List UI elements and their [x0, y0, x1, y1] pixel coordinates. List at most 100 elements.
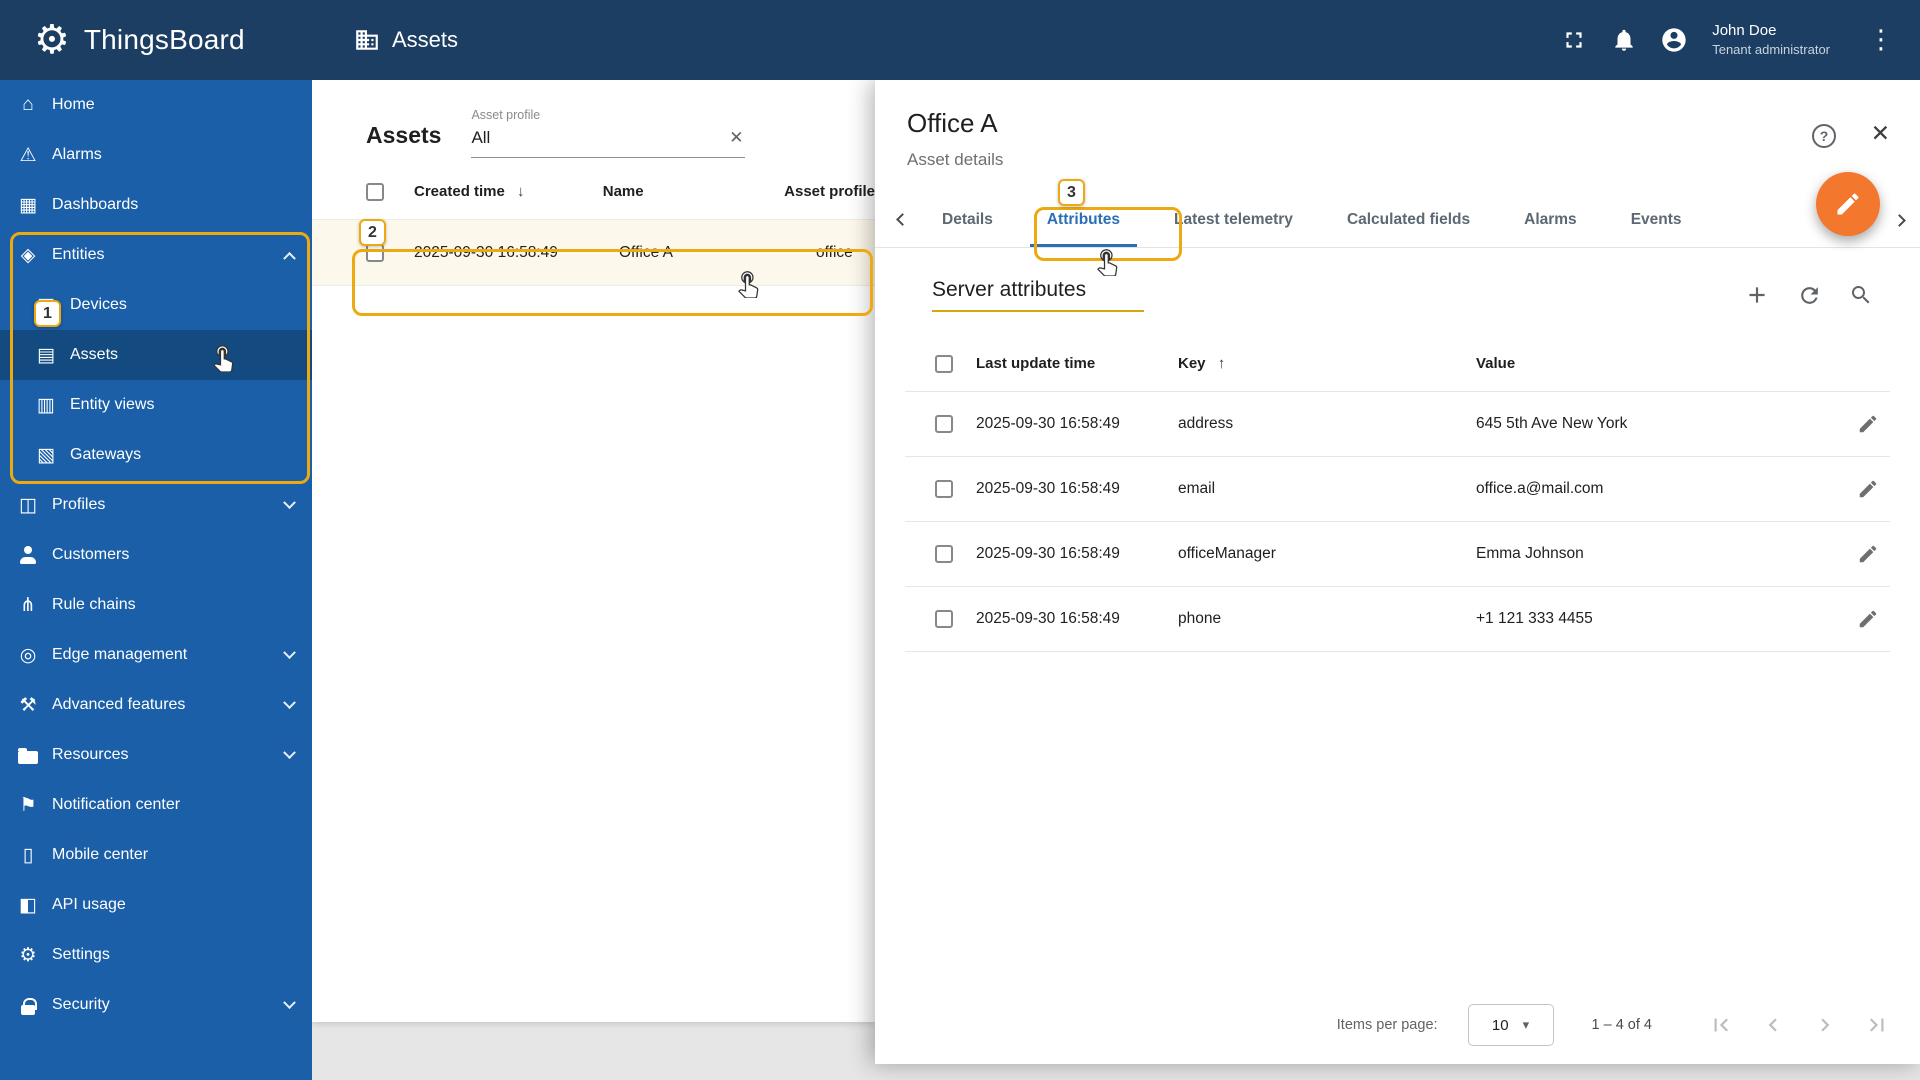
sidebar-item-alarms[interactable]: ⚠ Alarms — [0, 130, 312, 180]
sidebar-item-entity-views[interactable]: ▥ Entity views — [0, 380, 312, 430]
asset-profile-filter-label: Asset profile — [471, 108, 541, 122]
attribute-row-office-manager[interactable]: 2025-09-30 16:58:49 officeManager Emma J… — [905, 522, 1890, 587]
column-key[interactable]: Key — [1178, 355, 1206, 372]
avatar[interactable] — [1660, 26, 1688, 54]
attribute-row-address[interactable]: 2025-09-30 16:58:49 address 645 5th Ave … — [905, 392, 1890, 457]
fullscreen-icon[interactable] — [1560, 26, 1588, 54]
buildings-icon — [356, 30, 378, 50]
sidebar-item-assets[interactable]: ▤ Assets — [0, 330, 312, 380]
chevron-down-icon — [283, 645, 296, 659]
row-checkbox[interactable] — [935, 480, 953, 498]
sidebar-item-gateways[interactable]: ▧ Gateways — [0, 430, 312, 480]
column-asset-profile[interactable]: Asset profile — [784, 183, 875, 200]
edit-attribute-icon[interactable] — [1856, 607, 1880, 631]
drawer-subtitle: Asset details — [907, 150, 1004, 169]
tabs-scroll-left[interactable] — [889, 192, 915, 247]
sidebar-item-advanced-features[interactable]: ⚒ Advanced features — [0, 680, 312, 730]
chevron-down-icon — [283, 745, 296, 759]
column-value[interactable]: Value — [1476, 355, 1890, 372]
chevron-left-icon — [895, 213, 909, 226]
assets-table-header: Created time ↓ Name Asset profile — [312, 164, 875, 220]
sidebar-item-devices[interactable]: ▣ Devices — [0, 280, 312, 330]
row-checkbox[interactable] — [935, 545, 953, 563]
select-all-checkbox[interactable] — [366, 182, 384, 201]
entity-views-icon: ▥ — [37, 394, 55, 416]
sidebar-item-entities[interactable]: ◈ Entities — [0, 230, 312, 280]
tab-calculated-fields[interactable]: Calculated fields — [1320, 192, 1497, 247]
row-checkbox[interactable] — [366, 243, 384, 262]
sidebar-item-notification-center[interactable]: ⚑ Notification center — [0, 780, 312, 830]
mobile-center-icon: ▯ — [22, 844, 34, 866]
tab-details[interactable]: Details — [915, 192, 1020, 247]
add-icon[interactable] — [1744, 282, 1770, 308]
sidebar-item-security[interactable]: Security — [0, 980, 312, 1030]
alarm-icon: ⚠ — [19, 144, 37, 166]
sidebar-item-home[interactable]: ⌂ Home — [0, 80, 312, 130]
column-created-time[interactable]: Created time — [414, 183, 505, 200]
sidebar-item-dashboards[interactable]: ▦ Dashboards — [0, 180, 312, 230]
logo-gear-icon: ⚙ — [34, 18, 70, 62]
attribute-row-email[interactable]: 2025-09-30 16:58:49 email office.a@mail.… — [905, 457, 1890, 522]
help-icon[interactable]: ? — [1812, 124, 1836, 148]
sidebar-item-profiles[interactable]: ◫ Profiles — [0, 480, 312, 530]
edit-attribute-icon[interactable] — [1856, 412, 1880, 436]
tabs-scroll-right[interactable] — [1886, 192, 1912, 248]
tab-latest-telemetry[interactable]: Latest telemetry — [1147, 192, 1320, 247]
chevron-up-icon — [283, 251, 296, 265]
column-last-update-time[interactable]: Last update time — [976, 355, 1178, 372]
app-header: ⚙ ThingsBoard Assets John Doe Tenant adm… — [0, 0, 1920, 80]
sidebar-item-rule-chains[interactable]: ⋔ Rule chains — [0, 580, 312, 630]
app-logo: ⚙ ThingsBoard — [0, 20, 312, 60]
page-title: Assets — [354, 27, 458, 53]
drawer-title: Office A — [907, 108, 998, 138]
asset-profile-value: office — [816, 243, 853, 261]
tab-alarms[interactable]: Alarms — [1497, 192, 1604, 247]
tab-events[interactable]: Events — [1604, 192, 1709, 247]
tab-attributes[interactable]: Attributes — [1020, 192, 1147, 247]
search-icon[interactable] — [1848, 282, 1874, 308]
security-icon — [16, 993, 40, 1017]
customers-icon — [16, 543, 40, 567]
attribute-row-phone[interactable]: 2025-09-30 16:58:49 phone +1 121 333 445… — [905, 587, 1890, 652]
home-icon: ⌂ — [22, 94, 34, 115]
edit-fab-button[interactable] — [1816, 172, 1880, 236]
column-name[interactable]: Name — [603, 183, 784, 200]
edit-attribute-icon[interactable] — [1856, 477, 1880, 501]
sidebar-item-api-usage[interactable]: ◧ API usage — [0, 880, 312, 930]
asset-details-drawer: Office A Asset details ? ✕ Details Attri… — [875, 80, 1920, 1064]
row-checkbox[interactable] — [935, 610, 953, 628]
pencil-icon — [1837, 193, 1859, 215]
devices-icon: ▣ — [37, 294, 55, 316]
attribute-scope-selector[interactable]: Server attributes — [932, 278, 1144, 312]
edit-attribute-icon[interactable] — [1856, 542, 1880, 566]
close-icon[interactable]: ✕ — [1871, 120, 1890, 147]
dashboards-icon: ▦ — [19, 194, 37, 216]
first-page-icon[interactable] — [1708, 1012, 1734, 1038]
page-size-select[interactable]: 10 ▾ — [1467, 1004, 1554, 1046]
more-vert-icon[interactable]: ⋮ — [1868, 24, 1894, 55]
previous-page-icon[interactable] — [1760, 1012, 1786, 1038]
sidebar-item-customers[interactable]: Customers — [0, 530, 312, 580]
details-tabs: Details Attributes Latest telemetry Calc… — [875, 192, 1920, 248]
sidebar-item-mobile-center[interactable]: ▯ Mobile center — [0, 830, 312, 880]
api-usage-icon: ◧ — [19, 894, 37, 916]
asset-row-office-a[interactable]: 2025-09-30 16:58:49 Office A office — [312, 220, 875, 286]
next-page-icon[interactable] — [1812, 1012, 1838, 1038]
user-role: Tenant administrator — [1712, 42, 1830, 58]
gateways-icon: ▧ — [37, 444, 55, 466]
row-checkbox[interactable] — [935, 415, 953, 433]
select-all-checkbox[interactable] — [935, 354, 953, 373]
sidebar-item-resources[interactable]: Resources — [0, 730, 312, 780]
refresh-icon[interactable] — [1796, 282, 1822, 308]
sidebar-item-edge-management[interactable]: ◎ Edge management — [0, 630, 312, 680]
asset-created-time: 2025-09-30 16:58:49 — [414, 243, 558, 261]
notifications-icon[interactable] — [1610, 26, 1638, 54]
attributes-table: Last update time Key ↑ Value 2025-09-30 … — [905, 336, 1890, 652]
sidebar-item-settings[interactable]: ⚙ Settings — [0, 930, 312, 980]
edge-management-icon: ◎ — [19, 644, 37, 666]
sort-desc-icon: ↓ — [517, 183, 525, 200]
clear-filter-icon[interactable]: ✕ — [729, 128, 743, 148]
last-page-icon[interactable] — [1864, 1012, 1890, 1038]
chevron-down-icon — [283, 495, 296, 509]
asset-profile-filter[interactable]: Asset profile All ✕ — [471, 108, 746, 158]
